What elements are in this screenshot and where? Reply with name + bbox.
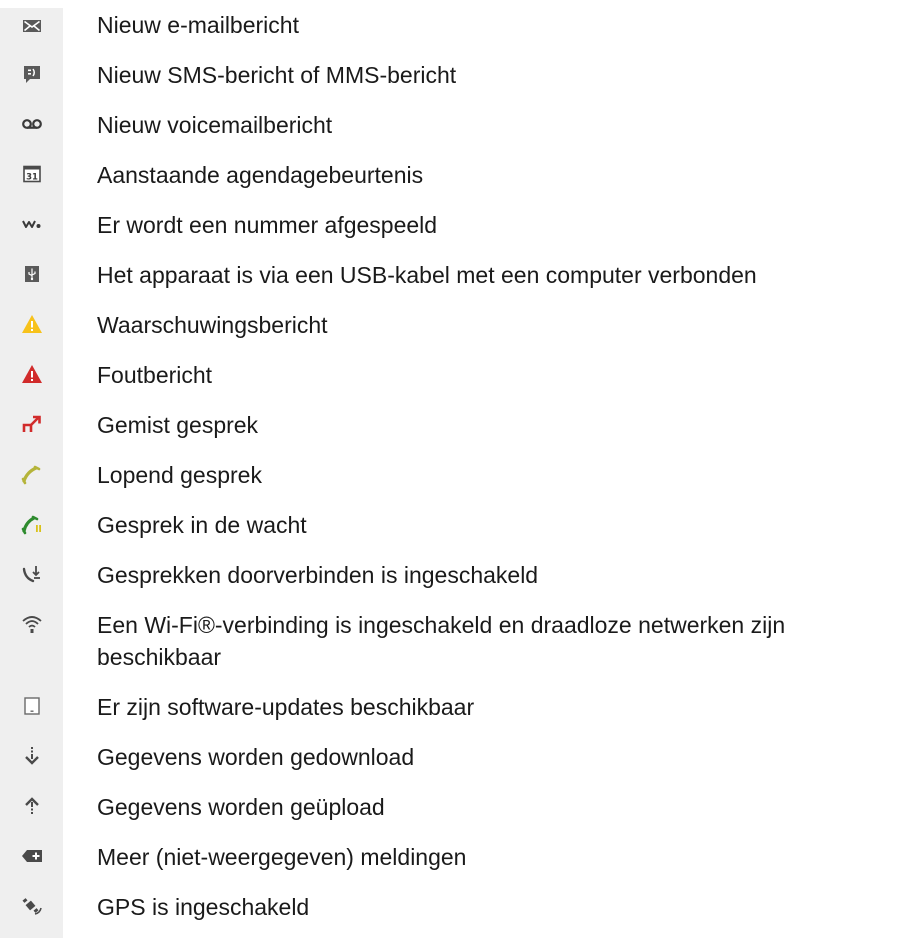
software-update-icon: [23, 697, 40, 715]
legend-label: Foutbericht: [97, 362, 213, 388]
call-forwarding-icon: [22, 566, 40, 583]
legend-label: Nieuw e-mailbericht: [97, 12, 299, 38]
warning-icon: [21, 315, 42, 333]
legend-label: Er zijn software-updates beschikbaar: [97, 694, 475, 720]
ongoing-call-icon: [21, 465, 40, 485]
legend-row: Gesprek in de wacht: [0, 508, 897, 558]
upload-icon: [24, 797, 39, 814]
legend-label: Gegevens worden gedownload: [97, 744, 415, 770]
new-email-icon: [22, 20, 41, 32]
legend-label: Een Wi-Fi®-verbinding is ingeschakeld en…: [97, 612, 786, 670]
walkman-icon: [21, 220, 40, 228]
svg-text:31: 31: [26, 173, 38, 183]
legend-label: Het apparaat is via een USB-kabel met ee…: [97, 262, 757, 288]
legend-row: Gesprekken doorverbinden is ingeschakeld: [0, 558, 897, 608]
legend-label: Lopend gesprek: [97, 462, 262, 488]
missed-call-icon: [22, 415, 41, 432]
call-on-hold-icon: [21, 515, 41, 535]
legend-row: 31 Aanstaande agendagebeurtenis: [0, 158, 897, 208]
status-icon-legend: Nieuw e-mailbericht Nieuw SMS-bericht of…: [0, 8, 897, 938]
voicemail-icon: [21, 119, 42, 129]
legend-row: Foutbericht: [0, 358, 897, 408]
legend-row: Gegevens worden geüpload: [0, 790, 897, 840]
legend-row: Nieuw voicemailbericht: [0, 108, 897, 158]
legend-label: Meer (niet-weergegeven) meldingen: [97, 844, 467, 870]
legend-label: Nieuw SMS-bericht of MMS-bericht: [97, 62, 457, 88]
legend-row: Er wordt een nummer afgespeeld: [0, 208, 897, 258]
legend-row: GPS is ingeschakeld: [0, 890, 897, 938]
legend-label: Gegevens worden geüpload: [97, 794, 385, 820]
legend-row: Waarschuwingsbericht: [0, 308, 897, 358]
sms-mms-icon: [23, 66, 40, 83]
legend-label: Waarschuwingsbericht: [97, 312, 328, 338]
legend-row: Een Wi-Fi®-verbinding is ingeschakeld en…: [0, 608, 897, 690]
legend-label: Gesprek in de wacht: [97, 512, 307, 538]
calendar-icon: 31: [22, 165, 41, 183]
legend-row: Gegevens worden gedownload: [0, 740, 897, 790]
usb-icon: [24, 266, 39, 282]
wifi-icon: [21, 616, 42, 633]
legend-label: Nieuw voicemailbericht: [97, 112, 333, 138]
legend-row: Het apparaat is via een USB-kabel met ee…: [0, 258, 897, 308]
gps-icon: [22, 898, 42, 915]
legend-label: GPS is ingeschakeld: [97, 894, 310, 920]
legend-label: Gesprekken doorverbinden is ingeschakeld: [97, 562, 539, 588]
legend-row: Lopend gesprek: [0, 458, 897, 508]
legend-label: Aanstaande agendagebeurtenis: [97, 162, 424, 188]
error-icon: [21, 365, 42, 383]
legend-row: Er zijn software-updates beschikbaar: [0, 690, 897, 740]
legend-row: Nieuw e-mailbericht: [0, 8, 897, 58]
legend-row: Nieuw SMS-bericht of MMS-bericht: [0, 58, 897, 108]
more-notifications-icon: [21, 850, 42, 862]
legend-label: Er wordt een nummer afgespeeld: [97, 212, 438, 238]
download-icon: [24, 747, 39, 765]
legend-row: Gemist gesprek: [0, 408, 897, 458]
legend-label: Gemist gesprek: [97, 412, 259, 438]
legend-row: Meer (niet-weergegeven) meldingen: [0, 840, 897, 890]
